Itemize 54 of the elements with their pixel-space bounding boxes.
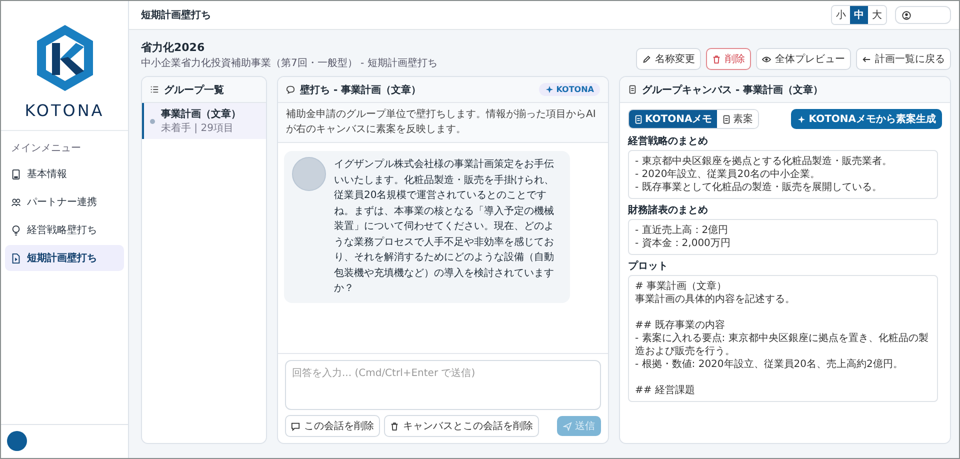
chat-icon <box>286 85 295 94</box>
section-heading: プロット <box>628 259 669 273</box>
nav-item[interactable]: 短期計画壁打ち <box>5 245 124 271</box>
generate-draft-button[interactable]: KOTONAメモから素案生成 <box>790 109 942 129</box>
nav-item[interactable]: 基本情報 <box>5 161 124 187</box>
eye-icon <box>762 54 771 64</box>
section-heading: 経営戦略のまとめ <box>628 134 709 148</box>
nav-item[interactable]: パートナー連携 <box>5 189 124 215</box>
plan-subtitle: 中小企業省力化投資補助事業（第7回・一般型） - 短期計画壁打ち <box>141 56 438 70</box>
list-icon <box>150 85 159 94</box>
reply-input[interactable]: 回答を入力... (Cmd/Ctrl+Enter で送信) <box>285 360 601 410</box>
lightbulb-icon <box>11 224 21 236</box>
user-icon <box>902 10 911 20</box>
document-icon <box>634 114 643 124</box>
font-size-option[interactable]: 中 <box>850 6 868 24</box>
edit-button[interactable]: 名称変更 <box>636 48 701 70</box>
text-area[interactable]: # 事業計画（文章） 事業計画の具体的内容を記述する。 ## 既存事業の内容 - 素案に入れる要点: 東京都中央区銀座に拠点を置き、化粧品の製造および販売を行う。 - 根拠・数値: 2020年設立、従業員20名、売上高約2億円。 ## 経営課題 <box>628 275 938 402</box>
file-icon <box>11 252 21 264</box>
trash-icon <box>390 422 399 430</box>
section-heading: 財務諸表のまとめ <box>628 204 709 217</box>
chat-description: 補助金申請のグループ単位で壁打ちします。情報が揃った項目からAIが右のキャンバスに素案を反映します。 <box>278 103 608 143</box>
preview-button[interactable]: 全体プレビュー <box>756 48 851 70</box>
send-icon <box>563 422 572 430</box>
arrow-left-icon <box>862 54 871 64</box>
delete-canvas-and-chat-button[interactable]: キャンバスとこの会話を削除 <box>384 415 539 437</box>
nav-item[interactable]: 経営戦略壁打ち <box>5 217 124 243</box>
panel-title: 壁打ち - 事業計画（文章） <box>300 83 422 96</box>
trash-icon <box>712 54 721 64</box>
pencil-icon <box>642 54 651 64</box>
user-menu-button[interactable] <box>895 6 951 24</box>
document-icon <box>722 114 732 124</box>
assistant-avatar <box>292 157 326 191</box>
logo-text: KOTONA <box>24 101 104 120</box>
group-item[interactable]: 事業計画（文章） 未着手 | 29項目 <box>142 103 266 139</box>
document-icon <box>628 85 637 94</box>
delete-chat-button[interactable]: この会話を削除 <box>285 415 380 437</box>
back-button[interactable]: 計画一覧に戻る <box>856 48 951 70</box>
text-area[interactable]: - 直近売上高：2億円 - 資本金：2,000万円 <box>628 219 938 255</box>
text-area[interactable]: - 東京都中央区銀座を拠点とする化粧品製造・販売業者。 - 2020年設立、従業員20名の中小企業。 - 既存事業として化粧品の製造・販売を展開している。 <box>628 150 938 199</box>
kotona-badge: KOTONA <box>539 83 600 96</box>
section-label: メインメニュー <box>11 142 82 155</box>
panel-title: グループ一覧 <box>164 83 224 96</box>
delete-button[interactable]: 削除 <box>706 48 751 70</box>
plan-title: 省力化2026 <box>141 40 206 55</box>
sparkle-icon <box>796 114 806 124</box>
sparkle-icon <box>545 85 554 94</box>
user-avatar[interactable] <box>7 431 27 451</box>
document-icon <box>11 168 21 180</box>
chat-icon <box>291 422 300 430</box>
people-icon <box>11 196 21 208</box>
canvas-tab[interactable]: KOTONAメモ <box>629 110 718 128</box>
page-title: 短期計画壁打ち <box>141 8 211 22</box>
message-text: イグザンプル株式会社様の事業計画策定をお手伝いいたします。化粧品製造・販売を手掛けられ、従業員20名規模で運営されているとのことですね。まずは、本事業の核となる「導入予定の機械装置」について伺わせてください。現在、どのような業務プロセスで人手不足や非効率を感じており、それを解消するためにどのような設備（自動包装機や充填機など）の導入を検討されていますか？ <box>334 158 555 296</box>
panel-title: グループキャンバス - 事業計画（文章） <box>642 83 824 96</box>
